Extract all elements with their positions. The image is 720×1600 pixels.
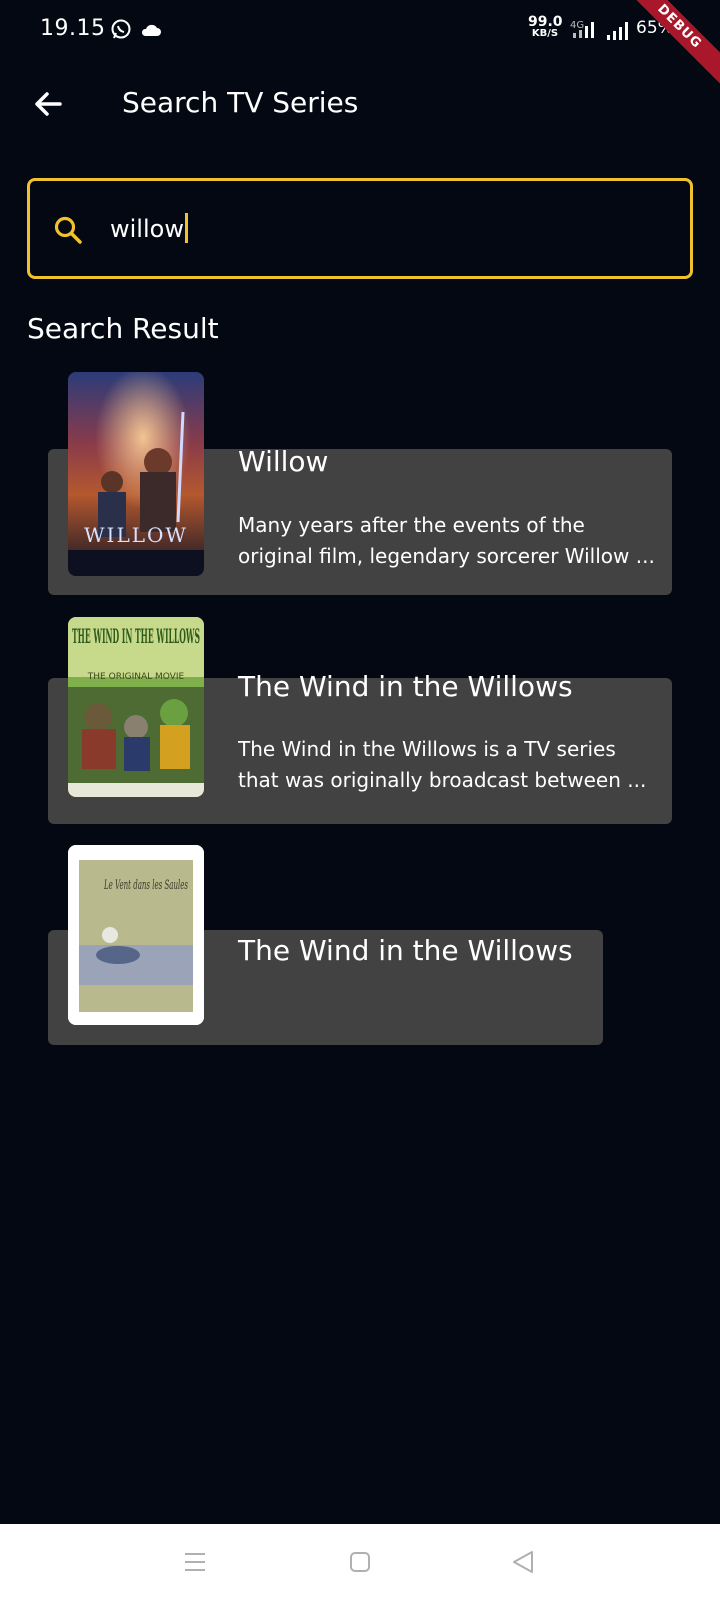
poster-art: Le Vent dans les Saules [68,845,204,1025]
page-title: Search TV Series [122,86,359,119]
result-item[interactable]: WILLOW Willow Many years after the event… [0,370,720,596]
search-icon [54,216,82,244]
poster-art: THE WIND IN THE WILLOWS THE ORIGINAL MOV… [68,617,204,797]
svg-text:THE ORIGINAL MOVIE: THE ORIGINAL MOVIE [87,672,185,682]
signal-4g-icon: 4G [570,20,594,38]
signal-bars-icon [607,22,628,40]
back-arrow-icon[interactable] [30,86,66,122]
svg-text:WILLOW: WILLOW [84,523,188,547]
svg-text:4G: 4G [570,20,584,31]
result-title: Willow [238,445,329,478]
recent-apps-icon[interactable] [183,1550,207,1574]
result-item[interactable]: Le Vent dans les Saules The Wind in the … [0,840,720,1050]
result-title: The Wind in the Willows [238,670,573,703]
result-description: The Wind in the Willows is a TV series t… [238,737,647,792]
poster-art: WILLOW [68,372,204,576]
network-speed: 99.0 KB/S [528,14,563,39]
poster-image: WILLOW [68,372,204,576]
system-navigation-bar [0,1524,720,1600]
whatsapp-icon [111,19,131,39]
back-triangle-icon[interactable] [510,1549,536,1575]
poster-image: THE WIND IN THE WILLOWS THE ORIGINAL MOV… [68,617,204,797]
debug-banner: DEBUG [611,0,720,95]
search-input[interactable]: willow [27,178,693,279]
result-description: Many years after the events of the origi… [238,513,655,568]
section-title: Search Result [27,312,219,345]
home-icon[interactable] [349,1551,371,1573]
status-time: 19.15 [40,16,106,41]
svg-text:Le Vent dans les Saules: Le Vent dans les Saules [103,878,188,893]
status-bar: 19.15 99.0 KB/S 4G 65% DEBUG [0,0,720,95]
cloud-icon [141,24,161,36]
result-item[interactable]: THE WIND IN THE WILLOWS THE ORIGINAL MOV… [0,600,720,826]
text-caret [184,213,188,243]
svg-text:THE WIND IN THE WILLOWS: THE WIND IN THE WILLOWS [72,624,200,648]
poster-image: Le Vent dans les Saules [68,845,204,1025]
result-title: The Wind in the Willows [238,934,573,967]
search-input-value[interactable]: willow [110,213,188,243]
